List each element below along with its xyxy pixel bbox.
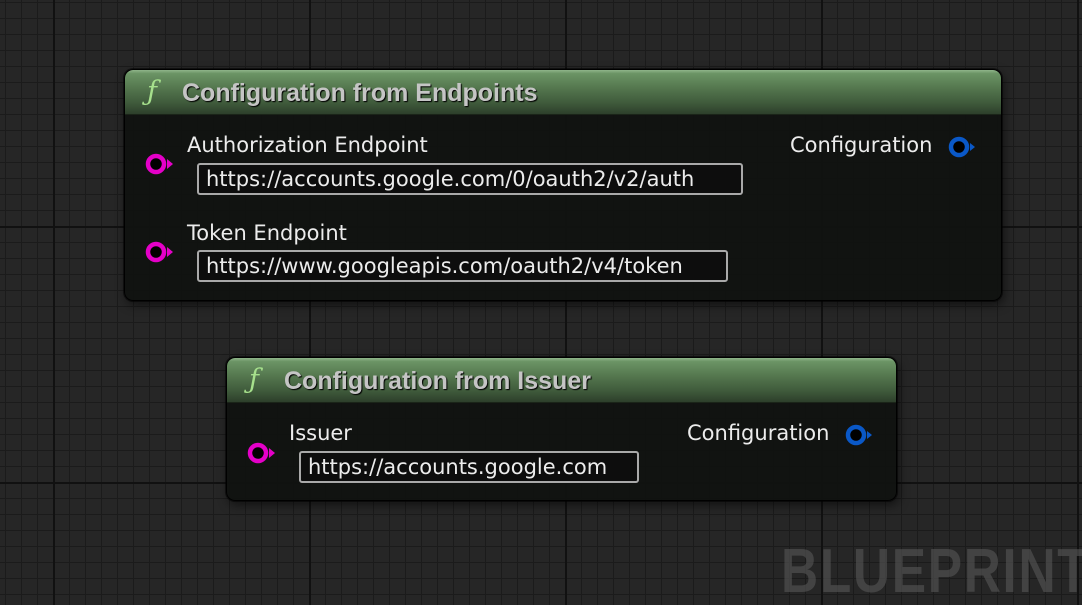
configuration-output-pin[interactable] [948,135,978,159]
issuer-input-pin[interactable] [247,441,277,465]
authorization-endpoint-input-pin[interactable] [145,152,175,176]
token-endpoint-input[interactable]: https://www.googleapis.com/oauth2/v4/tok… [197,250,728,282]
issuer-label: Issuer [289,421,352,445]
node-title: Configuration from Issuer [284,367,591,395]
node-configuration-from-issuer[interactable]: ƒ Configuration from Issuer Issuer https… [226,357,897,501]
node-header[interactable]: ƒ Configuration from Endpoints [125,70,1001,115]
blueprint-watermark: BLUEPRINT [781,537,1082,605]
configuration-output-label: Configuration [790,133,933,157]
function-icon: ƒ [249,364,259,395]
node-configuration-from-endpoints[interactable]: ƒ Configuration from Endpoints Authoriza… [124,69,1002,301]
token-endpoint-input-pin[interactable] [145,240,175,264]
configuration-output-pin[interactable] [845,423,875,447]
token-endpoint-label: Token Endpoint [187,221,347,245]
node-title: Configuration from Endpoints [182,79,538,107]
configuration-output-label: Configuration [687,421,830,445]
issuer-input[interactable]: https://accounts.google.com [299,451,639,483]
node-header[interactable]: ƒ Configuration from Issuer [227,358,896,403]
authorization-endpoint-input[interactable]: https://accounts.google.com/0/oauth2/v2/… [197,163,743,195]
function-icon: ƒ [147,76,157,107]
authorization-endpoint-label: Authorization Endpoint [187,133,428,157]
